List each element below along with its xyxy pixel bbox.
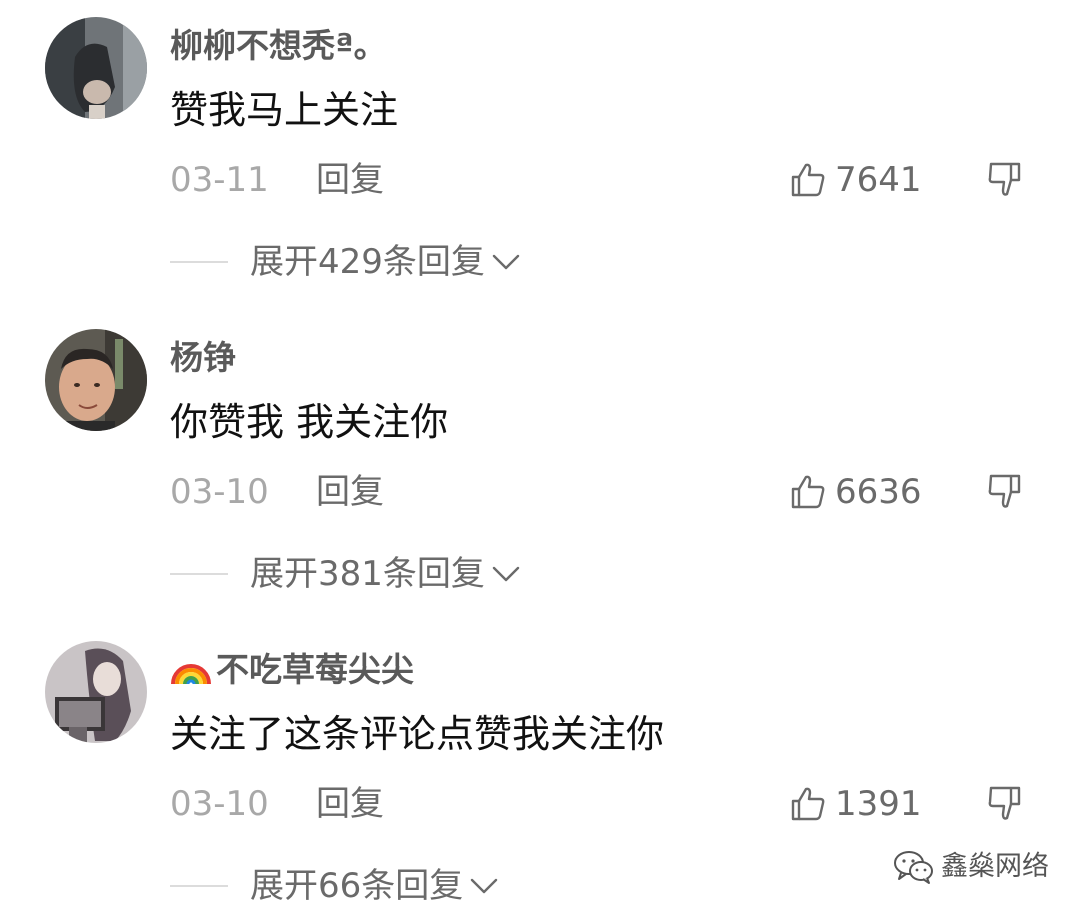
comment-list: 柳柳不想秃ª。 赞我马上关注 03-11 回复 7641 展开429条回复 杨铮… (0, 0, 1080, 913)
comment-date: 03-10 (170, 472, 269, 512)
divider (170, 573, 228, 575)
username[interactable]: 不吃草莓尖尖 (170, 646, 414, 694)
comment-item: 杨铮 你赞我 我关注你 03-10 回复 6636 展开381条回复 (0, 312, 1080, 624)
wechat-icon (894, 851, 933, 884)
thumbs-down-icon[interactable] (985, 784, 1025, 824)
like-button[interactable]: 7641 (789, 154, 922, 206)
avatar[interactable] (45, 17, 147, 119)
expand-replies-button[interactable]: 展开66条回复 (170, 860, 499, 912)
reply-button[interactable]: 回复 (316, 466, 384, 518)
comment-text: 赞我马上关注 (170, 88, 399, 132)
username-text: 不吃草莓尖尖 (216, 650, 414, 689)
thumbs-down-icon[interactable] (985, 472, 1025, 512)
chevron-down-icon (492, 254, 520, 270)
avatar[interactable] (45, 329, 147, 431)
comment-date: 03-11 (170, 160, 269, 200)
reply-button[interactable]: 回复 (316, 154, 384, 206)
username[interactable]: 杨铮 (170, 334, 236, 382)
like-count: 1391 (835, 784, 922, 824)
reply-button[interactable]: 回复 (316, 778, 384, 830)
like-count: 7641 (835, 160, 922, 200)
thumbs-up-icon (791, 787, 825, 821)
rainbow-icon (171, 664, 211, 685)
thumbs-down-icon[interactable] (985, 160, 1025, 200)
thumbs-up-icon (791, 475, 825, 509)
watermark-text: 鑫燊网络 (941, 851, 1049, 882)
like-count: 6636 (835, 472, 922, 512)
expand-replies-label: 展开429条回复 (250, 242, 485, 282)
watermark: 鑫燊网络 (893, 846, 1049, 888)
like-button[interactable]: 6636 (789, 466, 922, 518)
expand-replies-button[interactable]: 展开429条回复 (170, 236, 521, 288)
like-button[interactable]: 1391 (789, 778, 922, 830)
comment-text: 关注了这条评论点赞我关注你 (170, 712, 665, 756)
divider (170, 261, 228, 263)
username[interactable]: 柳柳不想秃ª。 (170, 22, 387, 70)
expand-replies-label: 展开66条回复 (250, 866, 464, 906)
comment-item: 柳柳不想秃ª。 赞我马上关注 03-11 回复 7641 展开429条回复 (0, 0, 1080, 312)
thumbs-up-icon (791, 163, 825, 197)
chevron-down-icon (471, 878, 498, 894)
comment-text: 你赞我 我关注你 (170, 400, 449, 444)
expand-replies-button[interactable]: 展开381条回复 (170, 548, 521, 600)
comment-date: 03-10 (170, 784, 269, 824)
divider (170, 885, 228, 887)
avatar[interactable] (45, 641, 147, 743)
chevron-down-icon (492, 566, 520, 582)
expand-replies-label: 展开381条回复 (250, 554, 485, 594)
